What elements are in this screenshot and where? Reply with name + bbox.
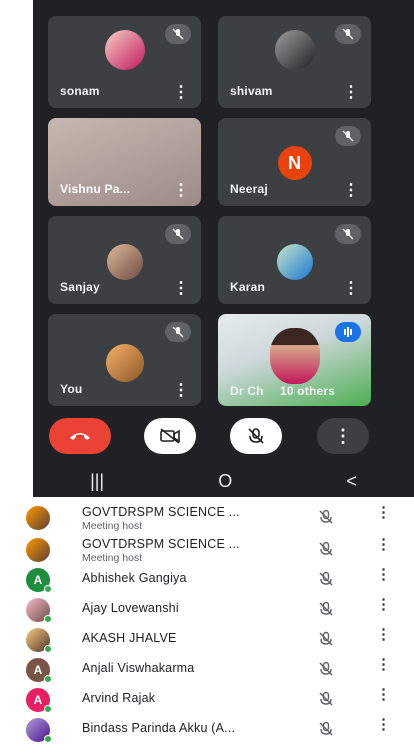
list-item[interactable]: GOVTDRSPM SCIENCE ... Meeting host ⋮ <box>0 502 414 532</box>
more-vert-icon[interactable]: ⋮ <box>376 657 391 672</box>
participant-name: Bindass Parinda Akku (A... <box>82 721 236 735</box>
participant-tile[interactable]: N Neeraj ⋮ <box>218 118 371 206</box>
mic-off-icon <box>319 661 333 676</box>
mic-off-icon <box>319 721 333 736</box>
participant-tile[interactable]: sonam ⋮ <box>48 16 201 108</box>
more-vert-icon[interactable]: ⋮ <box>376 505 391 520</box>
participant-name: Abhishek Gangiya <box>82 571 187 585</box>
mic-off-icon <box>319 509 333 524</box>
more-vert-icon[interactable]: ⋮ <box>173 383 189 399</box>
participant-role: Meeting host <box>82 552 143 564</box>
more-vert-icon[interactable]: ⋮ <box>376 537 391 552</box>
participant-name: shivam <box>230 84 273 98</box>
more-vert-icon[interactable]: ⋮ <box>173 85 189 101</box>
mic-off-icon <box>165 322 191 342</box>
phone-hangup-icon <box>70 433 90 440</box>
call-controls: ⋮ <box>33 418 414 458</box>
mic-off-icon <box>335 126 361 146</box>
mic-off-icon <box>319 631 333 646</box>
participant-video-tile[interactable]: Vishnu Pa... ⋮ <box>48 118 201 206</box>
participant-name: Karan <box>230 280 266 294</box>
participant-tile[interactable]: Karan ⋮ <box>218 216 371 304</box>
list-item[interactable]: A Abhishek Gangiya ⋮ <box>0 564 414 594</box>
participant-name: Vishnu Pa... <box>60 182 131 196</box>
more-vert-icon[interactable]: ⋮ <box>376 597 391 612</box>
online-indicator <box>44 675 52 683</box>
list-item[interactable]: GOVTDRSPM SCIENCE ... Meeting host ⋮ <box>0 534 414 564</box>
avatar <box>105 344 144 382</box>
mic-off-icon <box>335 224 361 244</box>
speaking-icon <box>335 322 361 342</box>
participant-tile[interactable]: Sanjay ⋮ <box>48 216 201 304</box>
participant-name: You <box>60 382 83 396</box>
mic-off-icon <box>319 691 333 706</box>
participant-role: Meeting host <box>82 520 143 532</box>
participant-name: Dr Ch <box>230 384 264 398</box>
avatar <box>274 30 315 70</box>
mic-off-icon <box>319 601 333 616</box>
mic-off-icon <box>335 24 361 44</box>
participant-name: Sanjay <box>60 280 100 294</box>
camera-off-icon <box>160 428 180 444</box>
more-options-button[interactable]: ⋮ <box>317 418 369 454</box>
back-button[interactable]: < <box>346 471 357 492</box>
list-item[interactable]: Bindass Parinda Akku (A... ⋮ <box>0 714 414 744</box>
more-vert-icon[interactable]: ⋮ <box>343 85 359 101</box>
mic-off-icon <box>319 541 333 556</box>
mic-toggle-button[interactable] <box>230 418 282 454</box>
participant-name: Anjali Viswhakarma <box>82 661 195 675</box>
avatar <box>26 506 50 530</box>
meeting-screen: sonam ⋮ shivam ⋮ Vishnu Pa... ⋮ N Neeraj… <box>33 0 414 497</box>
more-vert-icon[interactable]: ⋮ <box>376 687 391 702</box>
avatar <box>26 538 50 562</box>
participant-name: sonam <box>60 84 100 98</box>
speaker-video <box>269 328 320 384</box>
participant-name: Arvind Rajak <box>82 691 156 705</box>
participants-list: GOVTDRSPM SCIENCE ... Meeting host ⋮ GOV… <box>0 500 414 754</box>
recents-button[interactable]: ||| <box>90 471 104 492</box>
participant-name: Neeraj <box>230 182 268 196</box>
mic-off-icon <box>248 428 264 444</box>
participant-name: AKASH JHALVE <box>82 631 177 645</box>
online-indicator <box>44 645 52 653</box>
others-count[interactable]: 10 others <box>280 384 335 398</box>
home-button[interactable]: O <box>218 471 232 492</box>
mic-off-icon <box>165 24 191 44</box>
mic-off-icon <box>319 571 333 586</box>
participant-video-tile[interactable]: Dr Ch 10 others <box>218 314 371 406</box>
end-call-button[interactable] <box>49 418 111 454</box>
more-vert-icon[interactable]: ⋮ <box>173 281 189 297</box>
list-item[interactable]: Ajay Lovewanshi ⋮ <box>0 594 414 624</box>
online-indicator <box>44 705 52 713</box>
camera-toggle-button[interactable] <box>144 418 196 454</box>
online-indicator <box>44 585 52 593</box>
avatar <box>276 244 313 280</box>
online-indicator <box>44 615 52 623</box>
avatar <box>104 30 145 70</box>
list-item[interactable]: A Arvind Rajak ⋮ <box>0 684 414 714</box>
more-vert-icon[interactable]: ⋮ <box>376 717 391 732</box>
online-indicator <box>44 735 52 743</box>
list-item[interactable]: AKASH JHALVE ⋮ <box>0 624 414 654</box>
avatar <box>106 244 143 280</box>
more-vert-icon[interactable]: ⋮ <box>343 281 359 297</box>
participant-name: GOVTDRSPM SCIENCE ... <box>82 505 240 519</box>
participant-name: GOVTDRSPM SCIENCE ... <box>82 537 240 551</box>
more-vert-icon[interactable]: ⋮ <box>343 183 359 199</box>
list-item[interactable]: A Anjali Viswhakarma ⋮ <box>0 654 414 684</box>
avatar: N <box>277 146 312 180</box>
participant-name: Ajay Lovewanshi <box>82 601 179 615</box>
more-vert-icon[interactable]: ⋮ <box>173 183 189 199</box>
self-tile[interactable]: You ⋮ <box>48 314 201 406</box>
mic-off-icon <box>165 224 191 244</box>
participant-tile[interactable]: shivam ⋮ <box>218 16 371 108</box>
android-nav-bar: ||| O < <box>33 466 414 497</box>
more-vert-icon[interactable]: ⋮ <box>376 627 391 642</box>
more-vert-icon[interactable]: ⋮ <box>376 567 391 582</box>
